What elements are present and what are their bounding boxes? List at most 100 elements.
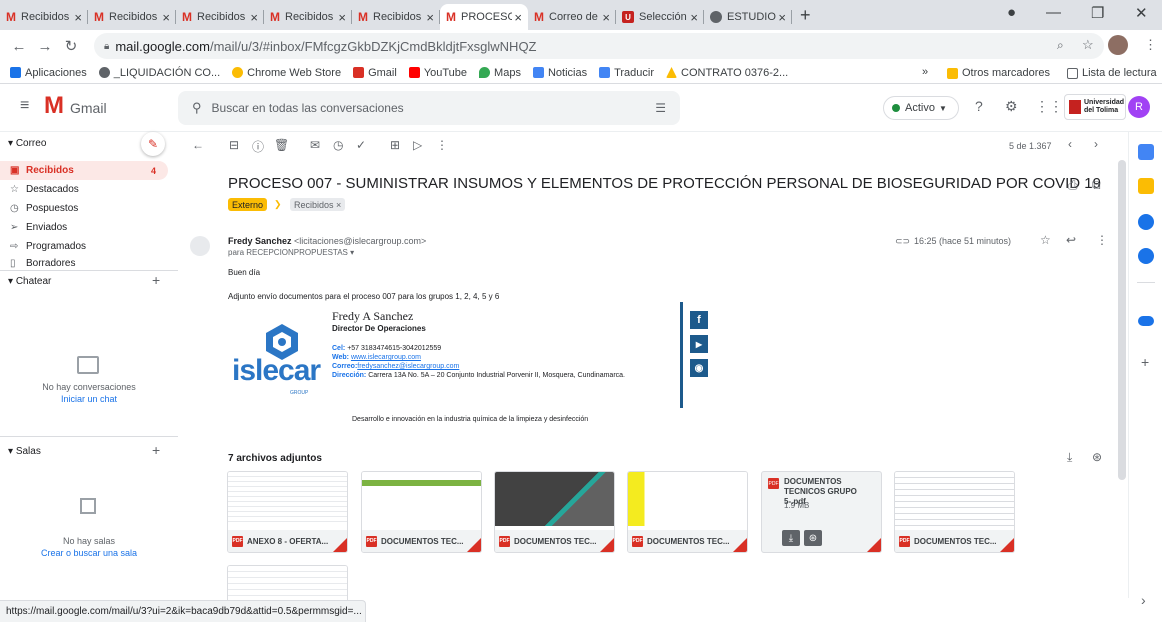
attachment-card[interactable]: PDF ANEXO 8 - OFERTA... — [227, 471, 348, 553]
close-tab-icon[interactable]: × — [74, 10, 82, 25]
youtube-icon[interactable]: ▶ — [690, 335, 708, 353]
zoom-icon[interactable]: ⌕ — [1057, 38, 1064, 53]
bookmark-item[interactable]: _LIQUIDACIÓN CO... — [98, 67, 220, 79]
sidebar-item-recibidos[interactable]: ▣ Recibidos 4 — [0, 161, 168, 180]
label-inbox[interactable]: Recibidos × — [290, 198, 346, 211]
search-options-icon[interactable]: ☰ — [655, 101, 666, 115]
sender-avatar[interactable] — [190, 236, 210, 256]
search-input[interactable]: ⚲ Buscar en todas las conversaciones ☰ — [178, 91, 680, 125]
browser-tab[interactable]: M Correo de × — [528, 4, 616, 30]
label-icon[interactable]: ▷ — [413, 138, 422, 152]
browser-tab[interactable]: M Recibidos (× — [264, 4, 352, 30]
close-window-icon[interactable]: ✕ — [1135, 4, 1148, 22]
older-icon[interactable]: › — [1094, 137, 1098, 151]
close-tab-icon[interactable]: × — [602, 10, 610, 25]
add-task-icon[interactable]: ✓ — [356, 138, 366, 152]
addon-icon[interactable] — [1138, 316, 1154, 326]
bookmark-item[interactable]: Noticias — [532, 67, 587, 79]
close-tab-icon[interactable]: × — [338, 10, 346, 25]
attachment-card-hover[interactable]: PDF DOCUMENTOS TECNICOS GRUPO 5-.pdf 1.9… — [761, 471, 882, 553]
star-icon[interactable]: ☆ — [1040, 233, 1051, 247]
reload-icon[interactable]: ↻ — [58, 37, 84, 55]
move-to-icon[interactable]: ⊞ — [390, 138, 400, 152]
keep-icon[interactable] — [1138, 178, 1154, 194]
bookmark-star-icon[interactable]: ☆ — [1082, 37, 1094, 53]
profile-avatar-icon[interactable] — [1108, 35, 1128, 55]
university-logo[interactable]: Universidad del Tolima — [1064, 94, 1126, 120]
close-tab-icon[interactable]: × — [514, 10, 522, 25]
sidebar-item-pospuestos[interactable]: ◷ Pospuestos — [0, 199, 168, 218]
bookmark-item[interactable]: YouTube — [408, 67, 467, 79]
newer-icon[interactable]: ‹ — [1068, 137, 1072, 151]
facebook-icon[interactable]: f — [690, 311, 708, 329]
open-new-window-icon[interactable]: ⧉ — [1092, 178, 1101, 193]
browser-tab[interactable]: M Recibidos (× — [176, 4, 264, 30]
bookmark-item[interactable]: Traducir — [599, 67, 654, 79]
attachment-card[interactable]: PDF DOCUMENTOS TEC... — [361, 471, 482, 553]
add-to-drive-icon[interactable]: ⊛ — [804, 530, 822, 546]
sidebar-item-borradores[interactable]: ▯ Borradores — [0, 256, 168, 270]
recipient-dropdown[interactable]: para RECEPCIONPROPUESTAS ▾ — [228, 248, 354, 257]
location-pin-icon[interactable]: ◉ — [690, 359, 708, 377]
more-options-icon[interactable]: ⋮ — [436, 138, 448, 152]
create-room-link[interactable]: Crear o buscar una sala — [0, 548, 178, 558]
forward-icon[interactable]: → — [32, 38, 58, 55]
settings-gear-icon[interactable]: ⚙ — [1005, 98, 1018, 115]
close-tab-icon[interactable]: × — [250, 10, 258, 25]
browser-tab[interactable]: M Recibidos (× — [88, 4, 176, 30]
compose-button[interactable]: ✎ — [141, 132, 165, 156]
sidebar-item-destacados[interactable]: ☆ Destacados — [0, 180, 168, 199]
calendar-icon[interactable] — [1138, 144, 1154, 160]
help-icon[interactable]: ? — [975, 98, 983, 114]
back-icon[interactable]: ← — [6, 38, 32, 55]
reply-icon[interactable]: ↩ — [1066, 233, 1076, 247]
close-tab-icon[interactable]: × — [690, 10, 698, 25]
minimize-icon[interactable]: — — [1046, 4, 1061, 21]
contacts-icon[interactable] — [1138, 248, 1154, 264]
main-menu-icon[interactable]: ≡ — [20, 97, 29, 115]
browser-tab[interactable]: ESTUDIOS× — [704, 4, 792, 30]
download-icon[interactable]: ⤓ — [782, 530, 800, 546]
attachment-card[interactable]: PDF DOCUMENTOS TEC... — [627, 471, 748, 553]
label-external[interactable]: Externo — [228, 198, 268, 211]
browser-tab[interactable]: M Recibidos (× — [0, 4, 88, 30]
new-tab-button[interactable]: + — [800, 5, 811, 26]
apps-grid-icon[interactable]: ⋮⋮ — [1035, 98, 1063, 115]
mark-unread-icon[interactable]: ✉ — [310, 138, 320, 152]
section-header-chatear[interactable]: ▾ Chatear — [8, 276, 51, 287]
sidebar-item-programados[interactable]: ⇨ Programados — [0, 237, 168, 256]
attachment-card[interactable]: PDF DOCUMENTOS TEC... — [494, 471, 615, 553]
snooze-icon[interactable]: ◷ — [333, 138, 343, 152]
browser-tab[interactable]: U Selección × — [616, 4, 704, 30]
add-room-icon[interactable]: + — [152, 442, 160, 458]
print-icon[interactable]: ⎙ — [1068, 178, 1078, 193]
reading-list[interactable]: Lista de lectura — [1067, 67, 1157, 79]
section-header-correo[interactable]: ▾ Correo — [8, 138, 46, 149]
bookmark-item[interactable]: CONTRATO 0376-2... — [666, 67, 788, 79]
sidebar-item-enviados[interactable]: ➢ Enviados — [0, 218, 168, 237]
close-tab-icon[interactable]: × — [426, 10, 434, 25]
bookmark-item[interactable]: Maps — [479, 67, 521, 79]
bookmark-item[interactable]: Gmail — [353, 67, 397, 79]
importance-marker-icon[interactable]: ❯ — [274, 199, 282, 210]
download-all-icon[interactable]: ⤓ — [1067, 450, 1072, 465]
url-field[interactable]: 🔒︎ mail.google.com/mail/u/3/#inbox/FMfcg… — [94, 33, 1104, 59]
close-tab-icon[interactable]: × — [778, 10, 786, 25]
browser-tab-active[interactable]: MPROCESO (× — [440, 4, 528, 30]
account-avatar[interactable]: R — [1128, 96, 1150, 118]
report-spam-icon[interactable]: ⓘ — [252, 138, 264, 155]
expand-panel-icon[interactable]: › — [1141, 592, 1146, 608]
archive-icon[interactable]: ⊟ — [229, 138, 239, 152]
bookmark-apps[interactable]: Aplicaciones — [10, 67, 87, 79]
status-dropdown[interactable]: Activo ▼ — [883, 96, 959, 120]
get-addons-icon[interactable]: + — [1141, 354, 1149, 370]
attachment-card[interactable]: PDF DOCUMENTOS TEC... — [894, 471, 1015, 553]
delete-icon[interactable]: 🗑︎ — [274, 138, 289, 152]
profile-icon[interactable]: ● — [1007, 4, 1016, 21]
add-to-drive-icon[interactable]: ⊛ — [1092, 450, 1102, 464]
close-tab-icon[interactable]: × — [162, 10, 170, 25]
section-header-salas[interactable]: ▾ Salas — [8, 446, 41, 457]
bookmark-item[interactable]: Chrome Web Store — [232, 67, 341, 79]
other-bookmarks[interactable]: Otros marcadores — [947, 67, 1050, 79]
tasks-icon[interactable] — [1138, 214, 1154, 230]
